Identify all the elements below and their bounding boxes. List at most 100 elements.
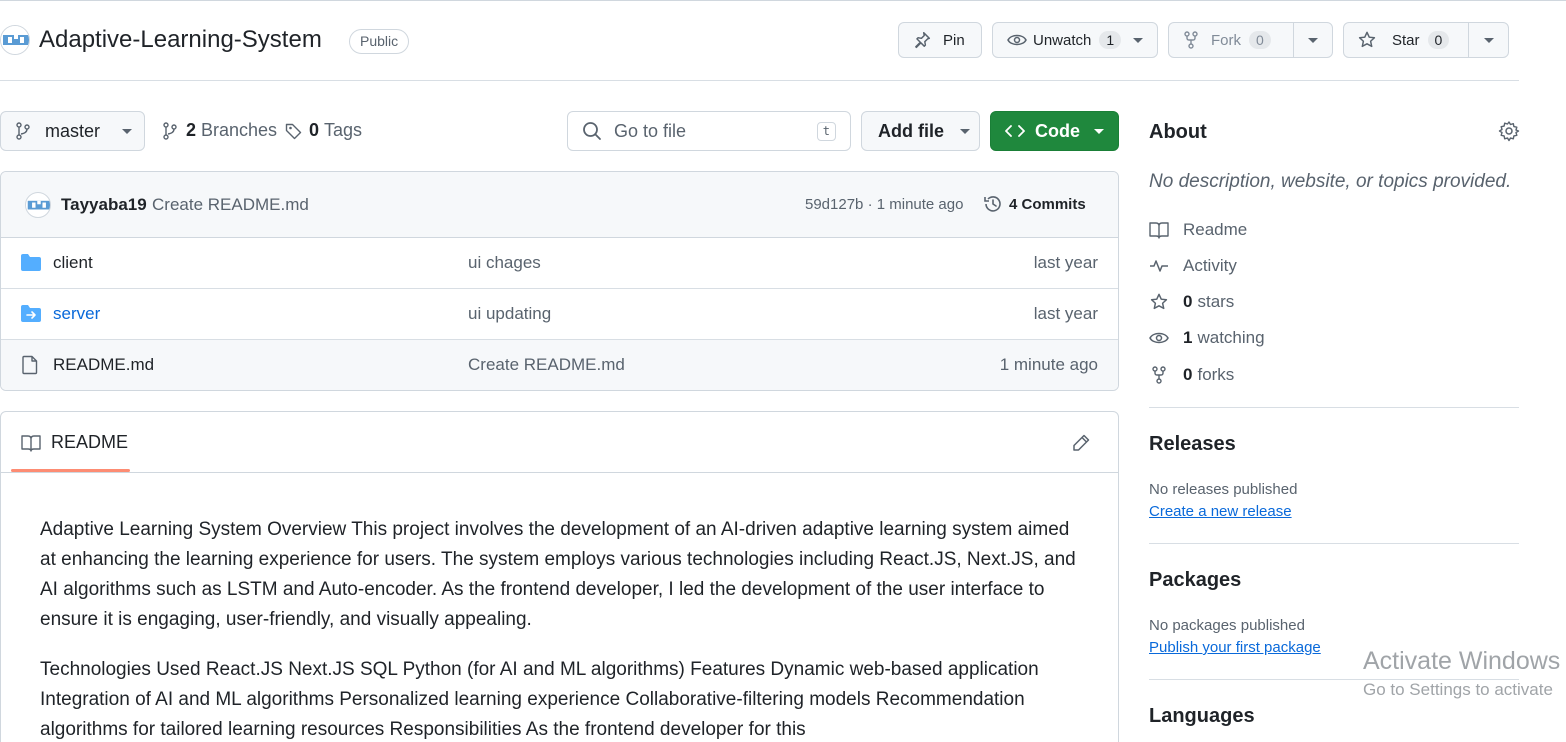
gear-icon[interactable] xyxy=(1498,120,1520,142)
readme-link[interactable]: Readme xyxy=(1149,218,1247,242)
owner-avatar[interactable] xyxy=(0,25,30,55)
about-title: About xyxy=(1149,121,1207,143)
active-tab-indicator xyxy=(11,469,130,472)
chevron-down-icon xyxy=(1094,128,1104,134)
file-commit-date: 1 minute ago xyxy=(999,355,1098,374)
readme-tab[interactable]: README xyxy=(21,432,128,453)
chevron-down-icon xyxy=(1133,37,1144,43)
file-commit-date: last year xyxy=(1033,253,1098,272)
tag-icon xyxy=(285,123,302,139)
file-icon xyxy=(22,355,38,375)
star-button[interactable]: Star 0 xyxy=(1344,23,1468,57)
branch-name: master xyxy=(45,120,101,141)
go-to-file-input[interactable]: Go to file t xyxy=(567,111,851,151)
star-count: 0 xyxy=(1427,31,1450,49)
stars-label: stars xyxy=(1197,292,1235,311)
branch-selector[interactable]: master xyxy=(0,111,145,151)
chevron-down-icon xyxy=(960,128,970,134)
shortcut-hint: t xyxy=(816,121,836,141)
star-icon xyxy=(1150,293,1168,310)
top-border xyxy=(0,0,1566,1)
file-row[interactable]: client ui chages last year xyxy=(1,238,1118,289)
star-dropdown[interactable] xyxy=(1469,37,1508,43)
pulse-icon xyxy=(1150,260,1168,272)
sidebar-divider xyxy=(1149,543,1519,544)
chevron-down-icon xyxy=(1308,37,1318,43)
stars-count: 0 xyxy=(1183,292,1193,311)
releases-empty-text: No releases published xyxy=(1149,481,1298,498)
fork-button-group[interactable]: Fork 0 xyxy=(1168,22,1333,58)
commit-hash-time[interactable]: 59d127b · 1 minute ago xyxy=(805,196,963,213)
identicon-image xyxy=(27,200,50,210)
pin-icon xyxy=(915,31,931,49)
create-release-link[interactable]: Create a new release xyxy=(1149,503,1292,520)
readme-paragraph: Adaptive Learning System Overview This p… xyxy=(40,519,1076,630)
file-browser: Tayyaba19 Create README.md 59d127b · 1 m… xyxy=(0,171,1119,391)
history-icon xyxy=(984,196,1001,212)
add-file-label: Add file xyxy=(878,120,944,141)
code-button[interactable]: Code xyxy=(990,111,1119,151)
commit-author-link[interactable]: Tayyaba19 xyxy=(61,195,147,215)
sidebar-divider xyxy=(1149,407,1519,408)
search-icon xyxy=(583,122,601,140)
watching-count: 1 xyxy=(1183,328,1193,347)
book-icon xyxy=(1149,222,1169,239)
about-description: No description, website, or topics provi… xyxy=(1149,171,1512,192)
branches-label: Branches xyxy=(201,120,278,140)
fork-button[interactable]: Fork 0 xyxy=(1169,23,1293,57)
releases-title[interactable]: Releases xyxy=(1149,433,1236,456)
branch-icon xyxy=(16,122,30,140)
branches-link[interactable]: 2 Branches xyxy=(162,120,277,141)
visibility-badge: Public xyxy=(349,29,410,54)
pencil-icon[interactable] xyxy=(1071,433,1091,453)
fork-icon xyxy=(1184,31,1198,49)
file-commit-date: last year xyxy=(1033,304,1098,323)
languages-title: Languages xyxy=(1149,705,1255,727)
pin-button[interactable]: Pin xyxy=(898,22,982,58)
file-row[interactable]: README.md Create README.md 1 minute ago xyxy=(1,340,1118,390)
unwatch-button[interactable]: Unwatch 1 xyxy=(992,22,1158,58)
latest-commit-bar: Tayyaba19 Create README.md 59d127b · 1 m… xyxy=(1,172,1118,238)
fork-icon xyxy=(1152,366,1166,384)
star-button-group[interactable]: Star 0 xyxy=(1343,22,1509,58)
fork-count: 0 xyxy=(1249,31,1271,49)
activity-link[interactable]: Activity xyxy=(1149,254,1237,278)
folder-icon xyxy=(21,254,41,271)
watchers-link[interactable]: 1 watching xyxy=(1149,326,1265,350)
fork-dropdown[interactable] xyxy=(1294,37,1332,43)
file-name-link[interactable]: client xyxy=(53,253,93,273)
file-commit-message-link[interactable]: ui chages xyxy=(468,253,541,273)
submodule-folder-icon xyxy=(21,305,41,322)
file-name-link[interactable]: server xyxy=(53,304,100,324)
forks-label: forks xyxy=(1197,365,1235,384)
code-label: Code xyxy=(1035,120,1080,141)
watch-count: 1 xyxy=(1099,31,1122,49)
forks-link[interactable]: 0 forks xyxy=(1149,363,1234,387)
eye-icon xyxy=(1007,34,1027,46)
watching-label: watching xyxy=(1197,328,1265,347)
readme-link-label: Readme xyxy=(1183,220,1248,239)
author-avatar[interactable] xyxy=(25,192,51,218)
file-row[interactable]: server ui updating last year xyxy=(1,289,1118,340)
stars-link[interactable]: 0 stars xyxy=(1149,290,1234,314)
branches-count: 2 xyxy=(186,120,197,140)
activate-windows-subtitle: Go to Settings to activate xyxy=(1363,680,1553,699)
file-name-link[interactable]: README.md xyxy=(53,355,154,375)
add-file-button[interactable]: Add file xyxy=(861,111,980,151)
forks-count: 0 xyxy=(1183,365,1193,384)
publish-package-link[interactable]: Publish your first package xyxy=(1149,639,1321,656)
pin-label: Pin xyxy=(943,31,965,49)
readme-header: README xyxy=(1,412,1118,473)
commit-message-link[interactable]: Create README.md xyxy=(152,195,309,215)
star-icon xyxy=(1358,31,1376,48)
commits-history-link[interactable]: 4 Commits xyxy=(983,194,1086,214)
tags-link[interactable]: 0 Tags xyxy=(285,120,362,141)
chevron-down-icon xyxy=(122,128,133,134)
fork-label: Fork xyxy=(1211,31,1241,49)
readme-panel: README Adaptive Learning System Overview… xyxy=(0,411,1119,742)
file-commit-message-link[interactable]: Create README.md xyxy=(468,355,625,375)
packages-title[interactable]: Packages xyxy=(1149,569,1241,592)
file-commit-message-link[interactable]: ui updating xyxy=(468,304,551,324)
repo-name-link[interactable]: Adaptive-Learning-System xyxy=(39,26,322,54)
eye-icon xyxy=(1149,332,1169,344)
